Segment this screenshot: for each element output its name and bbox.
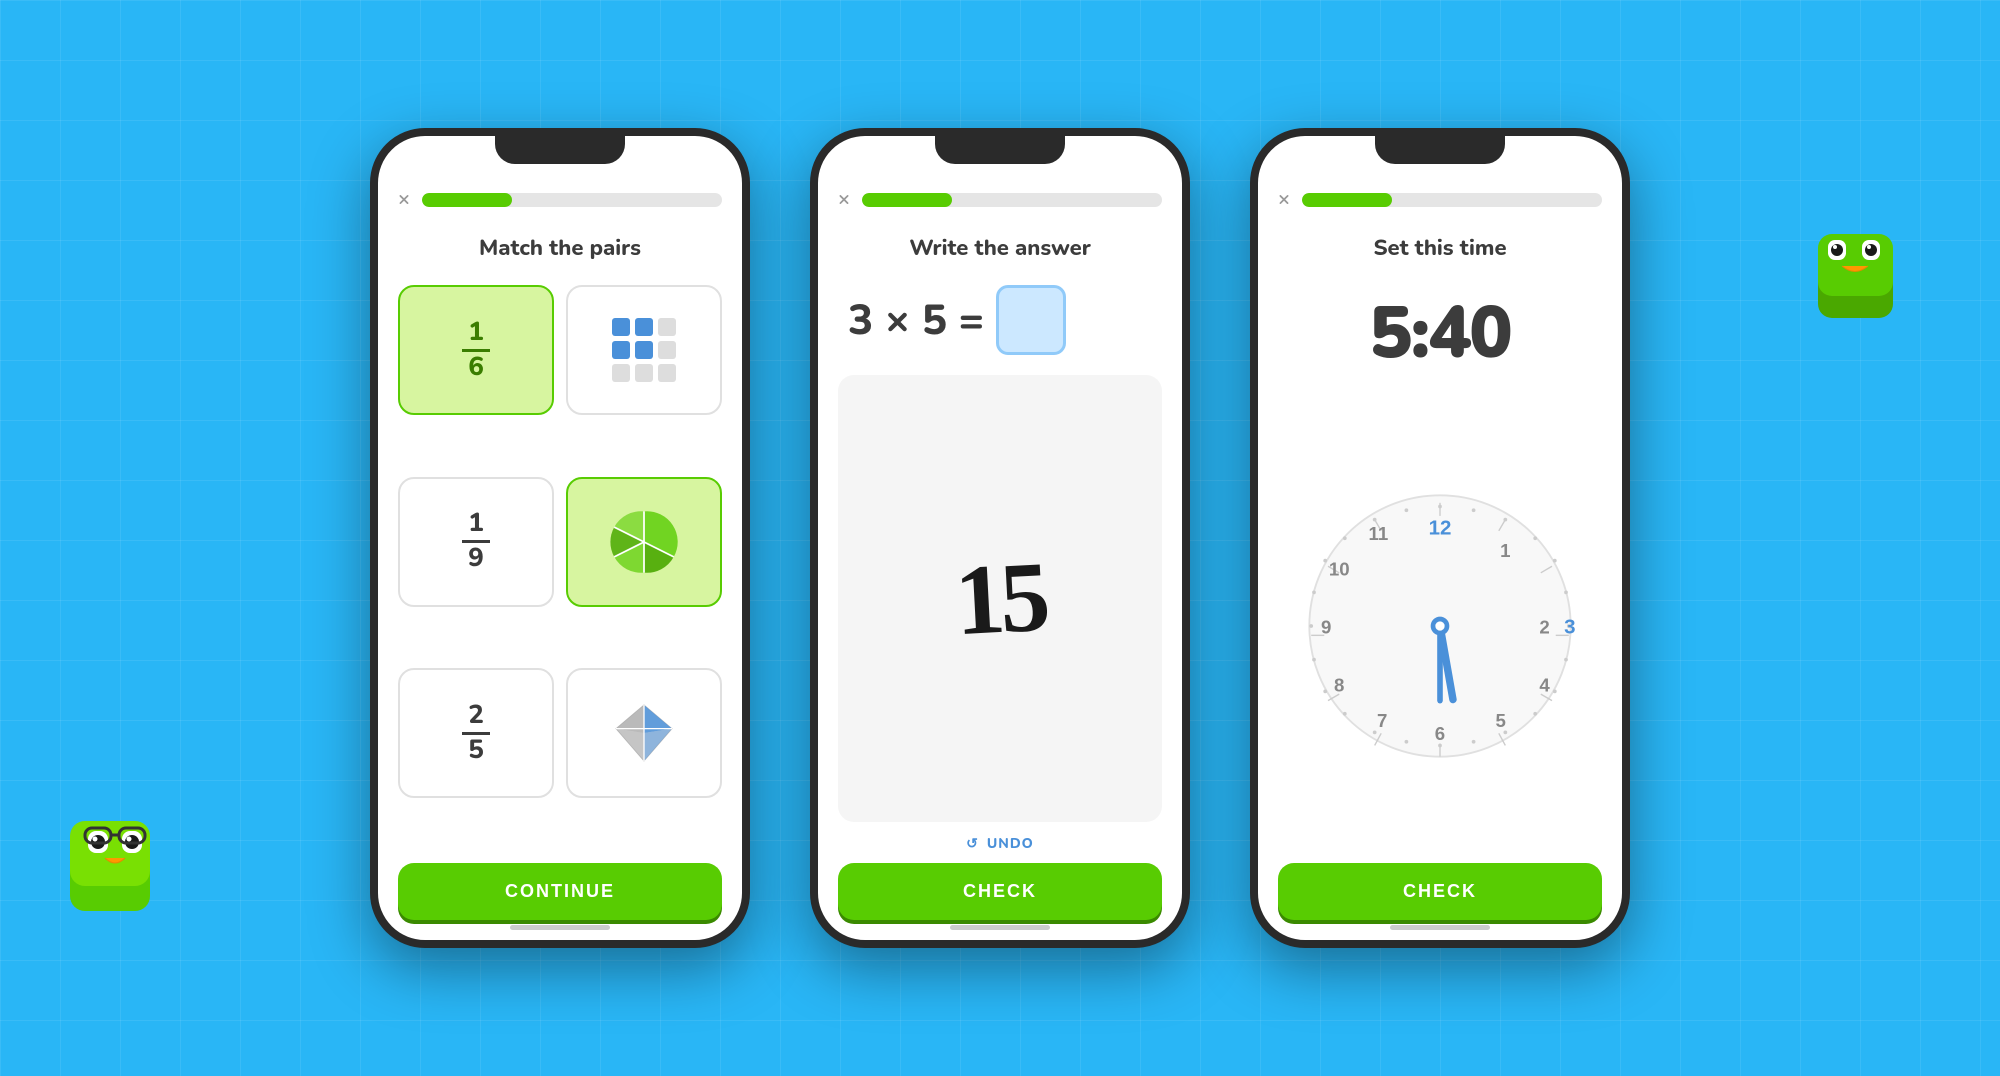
svg-text:6: 6 <box>1435 722 1445 743</box>
time-display: 5:40 <box>1278 285 1602 383</box>
svg-text:12: 12 <box>1429 516 1452 539</box>
svg-text:8: 8 <box>1334 674 1344 695</box>
answer-box[interactable] <box>996 285 1066 355</box>
pie-icon <box>609 507 679 577</box>
question-title-1: Match the pairs <box>398 233 722 263</box>
header-bar-2: × <box>838 186 1162 213</box>
question-title-2: Write the answer <box>838 233 1162 263</box>
progress-track-3 <box>1302 193 1602 207</box>
kite-icon <box>609 698 679 768</box>
clock-container: 12 1 2 3 4 5 6 7 8 9 10 11 <box>1278 403 1602 848</box>
svg-text:7: 7 <box>1377 709 1387 730</box>
drawing-area[interactable]: 15 <box>838 375 1162 822</box>
svg-text:11: 11 <box>1369 523 1389 544</box>
close-button-3[interactable]: × <box>1278 186 1290 213</box>
progress-fill-1 <box>422 193 512 207</box>
svg-text:5: 5 <box>1495 709 1505 730</box>
undo-label: UNDO <box>987 834 1034 853</box>
fraction-display-3: 2 5 <box>462 703 490 764</box>
svg-text:10: 10 <box>1329 558 1350 579</box>
mascot-right <box>1810 220 1920 330</box>
svg-text:3: 3 <box>1564 615 1575 638</box>
clock-face[interactable]: 12 1 2 3 4 5 6 7 8 9 10 11 <box>1300 486 1580 766</box>
svg-text:2: 2 <box>1539 616 1549 637</box>
fraction-display: 1 6 <box>462 320 490 381</box>
close-button-2[interactable]: × <box>838 186 850 213</box>
progress-track-1 <box>422 193 722 207</box>
svg-text:1: 1 <box>1500 539 1510 560</box>
pair-card-fraction-1-6[interactable]: 1 6 <box>398 285 554 415</box>
undo-button[interactable]: ↺ UNDO <box>838 834 1162 853</box>
equation-text: 3 × 5 = <box>848 292 984 349</box>
progress-track-2 <box>862 193 1162 207</box>
pair-card-pie[interactable] <box>566 477 722 607</box>
drawn-number: 15 <box>952 539 1048 659</box>
progress-fill-2 <box>862 193 952 207</box>
question-title-3: Set this time <box>1278 233 1602 263</box>
header-bar-3: × <box>1278 186 1602 213</box>
fraction-display-2: 1 9 <box>462 511 490 572</box>
phone-write-answer: × Write the answer 3 × 5 = 15 ↺ UNDO CHE… <box>810 128 1190 948</box>
pair-card-fraction-1-9[interactable]: 1 9 <box>398 477 554 607</box>
check-button-2[interactable]: CHECK <box>838 863 1162 920</box>
phone-match-pairs: × Match the pairs 1 6 <box>370 128 750 948</box>
pair-card-fraction-2-5[interactable]: 2 5 <box>398 668 554 798</box>
mascot-left <box>60 806 180 926</box>
check-button-3[interactable]: CHECK <box>1278 863 1602 920</box>
undo-icon: ↺ <box>966 834 979 853</box>
continue-button[interactable]: CONTinUe <box>398 863 722 920</box>
progress-fill-3 <box>1302 193 1392 207</box>
svg-text:4: 4 <box>1539 674 1550 695</box>
pair-card-kite[interactable] <box>566 668 722 798</box>
equation-area: 3 × 5 = <box>838 285 1162 355</box>
grid-dots-icon <box>607 313 681 387</box>
close-button-1[interactable]: × <box>398 186 410 213</box>
header-bar-1: × <box>398 186 722 213</box>
phone-set-time: × Set this time 5:40 <box>1250 128 1630 948</box>
svg-text:9: 9 <box>1321 616 1331 637</box>
pairs-grid: 1 6 <box>398 285 722 848</box>
pair-card-grid-dots[interactable] <box>566 285 722 415</box>
